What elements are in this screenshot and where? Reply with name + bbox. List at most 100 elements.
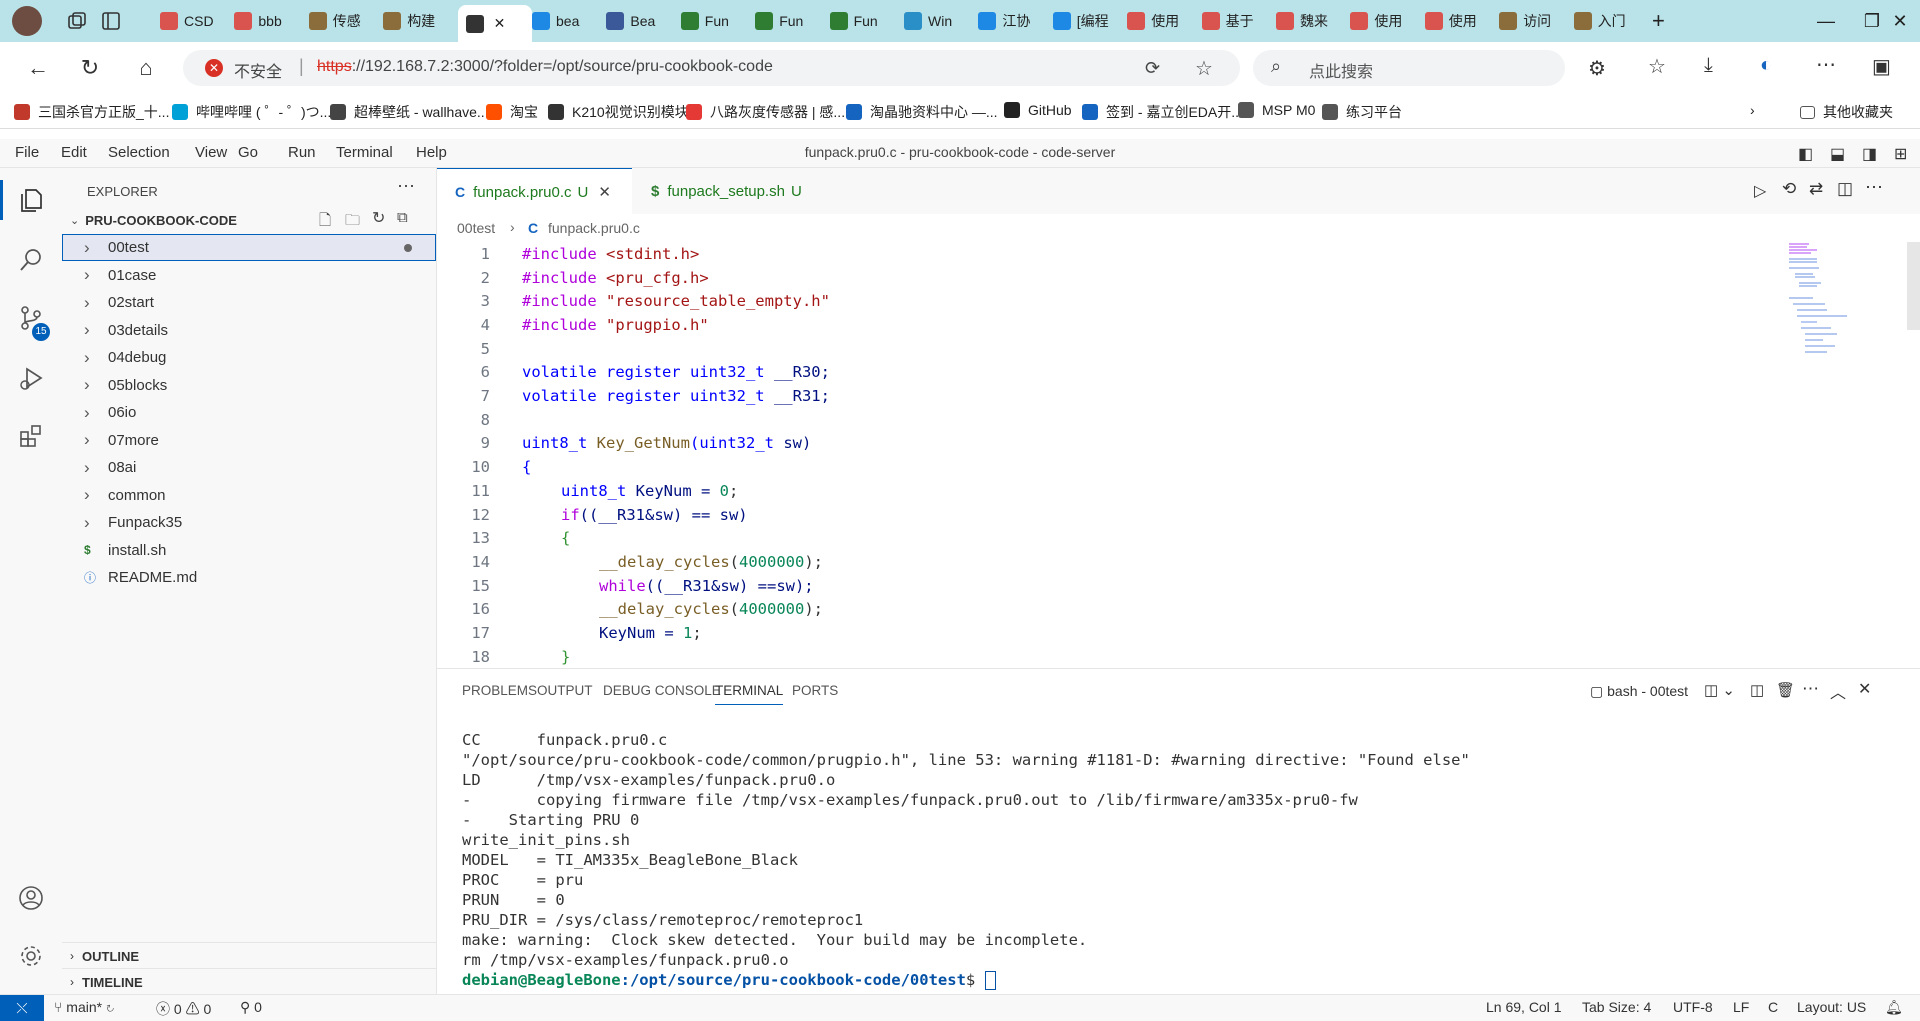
toggle-secondary-sidebar-icon[interactable]: ◨	[1862, 144, 1877, 164]
browser-tab[interactable]: Win	[904, 7, 970, 35]
tree-folder[interactable]: › 00test	[62, 234, 436, 261]
bookmark-item[interactable]: MSP M0	[1238, 102, 1315, 118]
encoding[interactable]: UTF-8	[1673, 999, 1713, 1015]
terminal-output[interactable]: CC funpack.pru0.c "/opt/source/pru-cookbo…	[462, 730, 1892, 990]
close-tab-icon[interactable]: ✕	[598, 183, 611, 201]
extensions-view-icon[interactable]	[13, 418, 49, 454]
browser-tab[interactable]: Fun	[680, 7, 747, 35]
breadcrumb-file[interactable]: funpack.pru0.c	[548, 220, 640, 236]
other-bookmarks[interactable]: 其他收藏夹	[1800, 102, 1893, 122]
tree-folder[interactable]: › 07more	[62, 427, 436, 454]
tab-funpack-pru0-c[interactable]: C funpack.pru0.c U ✕	[437, 168, 632, 215]
home-icon[interactable]: ⌂	[130, 52, 162, 84]
tree-file[interactable]: $ install.sh	[62, 537, 436, 564]
language-mode[interactable]: C	[1768, 999, 1778, 1015]
browser-tab[interactable]: bbb	[234, 7, 300, 35]
accounts-icon[interactable]	[13, 880, 49, 916]
panel-tab-terminal[interactable]: TERMINAL	[715, 683, 784, 705]
downloads-icon[interactable]: ⤓	[1704, 54, 1713, 77]
refresh-icon[interactable]: ↻	[372, 208, 385, 228]
tree-folder[interactable]: › 08ai	[62, 454, 436, 481]
split-terminal-icon[interactable]: ◫ ⌄	[1704, 681, 1735, 699]
cursor-position[interactable]: Ln 69, Col 1	[1486, 999, 1562, 1015]
run-debug-icon[interactable]	[13, 360, 49, 396]
new-folder-icon[interactable]: 🗀	[345, 210, 360, 235]
browser-tab[interactable]: 魏来	[1276, 7, 1342, 35]
toggle-sidebar-icon[interactable]: ◧	[1798, 144, 1813, 164]
browser-tab[interactable]: [编程	[1052, 7, 1119, 35]
browser-tab[interactable]: CSD	[160, 7, 226, 35]
browser-tab[interactable]: Fun	[755, 7, 821, 35]
translate-icon[interactable]: ⟳	[1145, 58, 1160, 79]
trash-icon[interactable]: 🗑	[1776, 681, 1795, 699]
tree-folder[interactable]: › Funpack35	[62, 509, 436, 536]
back-icon[interactable]: ←	[22, 52, 54, 84]
code-editor[interactable]: 1 2 3 4 5 6 7 8 9 10 11 12 13 14 15 16 17 18 #include <st…	[437, 242, 1920, 667]
minimap[interactable]	[1787, 242, 1867, 382]
notifications-bell-icon[interactable]: 🔔︎	[1885, 999, 1903, 1016]
panel-more-icon[interactable]: ⋯	[1802, 679, 1819, 699]
outline-section[interactable]: › OUTLINE	[62, 942, 436, 969]
browser-tab[interactable]: 江协	[978, 7, 1044, 35]
profile-avatar[interactable]	[12, 6, 42, 36]
tab-funpack-setup-sh[interactable]: $ funpack_setup.sh U	[633, 168, 823, 214]
customize-layout-icon[interactable]: ⊞	[1894, 144, 1907, 164]
timeline-history-icon[interactable]: ⟲	[1782, 179, 1796, 199]
manage-gear-icon[interactable]	[13, 938, 49, 974]
panel-tab-output[interactable]: OUTPUT	[537, 683, 593, 698]
tab-size[interactable]: Tab Size: 4	[1582, 999, 1651, 1015]
address-bar[interactable]: ✕ 不安全 | https://192.168.7.2:3000/?folder…	[183, 50, 1240, 86]
remote-indicator-icon[interactable]: ⤬	[0, 995, 44, 1021]
keyboard-layout[interactable]: Layout: US	[1797, 999, 1866, 1015]
split-panel-icon[interactable]: ◫	[1750, 681, 1764, 699]
tree-folder[interactable]: › 05blocks	[62, 372, 436, 399]
toggle-panel-icon[interactable]: ⬓	[1830, 144, 1845, 164]
tree-folder[interactable]: › 04debug	[62, 344, 436, 371]
browser-tab[interactable]: 入门	[1573, 7, 1640, 35]
browser-tab[interactable]: Bea	[606, 7, 672, 35]
browser-tab[interactable]: 传感	[308, 7, 375, 35]
bookmark-item[interactable]: 签到 - 嘉立创EDA开...	[1082, 102, 1243, 122]
search-box[interactable]: ⌕ 点此搜索	[1253, 50, 1565, 86]
edge-icon[interactable]: ◐	[1760, 54, 1772, 77]
explorer-icon[interactable]	[13, 182, 49, 218]
reload-icon[interactable]: ↻	[74, 52, 106, 84]
favorites-icon[interactable]: ☆	[1648, 54, 1666, 79]
editor-more-icon[interactable]: ⋯	[1865, 177, 1883, 198]
tree-folder[interactable]: › 01case	[62, 262, 436, 289]
new-file-icon[interactable]: 🗋	[319, 210, 331, 235]
tree-folder[interactable]: › 06io	[62, 399, 436, 426]
editor-scrollbar-thumb[interactable]	[1907, 242, 1920, 330]
more-menu-icon[interactable]: ⋯	[1816, 52, 1836, 77]
end-of-line[interactable]: LF	[1733, 999, 1749, 1015]
sidebar-toggle-icon[interactable]: ▣	[1872, 54, 1891, 79]
bookmark-item[interactable]: GitHub	[1004, 102, 1072, 118]
panel-tab-debug-console[interactable]: DEBUG CONSOLE	[603, 683, 721, 698]
tree-folder[interactable]: › 02start	[62, 289, 436, 316]
run-file-icon[interactable]: ▷	[1754, 181, 1766, 201]
breadcrumb-folder[interactable]: 00test	[457, 220, 495, 236]
workspaces-icon[interactable]	[66, 10, 88, 32]
browser-tab[interactable]: ✕	[457, 5, 532, 42]
browser-tab[interactable]: 访问	[1499, 7, 1565, 35]
bookmark-item[interactable]: 练习平台	[1322, 102, 1402, 122]
tree-folder[interactable]: › common	[62, 482, 436, 509]
close-tab-icon[interactable]: ✕	[494, 15, 506, 32]
browser-tab[interactable]: 使用	[1424, 7, 1491, 35]
tab-actions-icon[interactable]	[100, 10, 122, 32]
browser-tab[interactable]: Fun	[829, 7, 896, 35]
close-panel-icon[interactable]: ✕	[1858, 679, 1871, 699]
terminal-instance[interactable]: ▢ bash - 00test	[1590, 683, 1688, 700]
extensions-icon[interactable]: ⚙	[1588, 56, 1606, 81]
problems-item[interactable]: ⓧ 0 ⚠ 0	[156, 999, 211, 1019]
favorite-star-icon[interactable]: ☆	[1195, 56, 1213, 81]
panel-tab-ports[interactable]: PORTS	[792, 683, 838, 698]
panel-tab-problems[interactable]: PROBLEMS	[462, 683, 537, 698]
bookmark-item[interactable]: K210视觉识别模块	[548, 102, 689, 122]
bookmark-item[interactable]: 超棒壁纸 - wallhave...	[330, 102, 489, 122]
browser-tab[interactable]: 构建	[383, 7, 449, 35]
bookmark-item[interactable]: 八路灰度传感器 | 感...	[686, 102, 845, 122]
bookmark-item[interactable]: 淘晶驰资料中心 —...	[846, 102, 998, 122]
compare-changes-icon[interactable]: ⇄	[1809, 179, 1823, 199]
tree-file[interactable]: ⓘ README.md	[62, 564, 436, 591]
